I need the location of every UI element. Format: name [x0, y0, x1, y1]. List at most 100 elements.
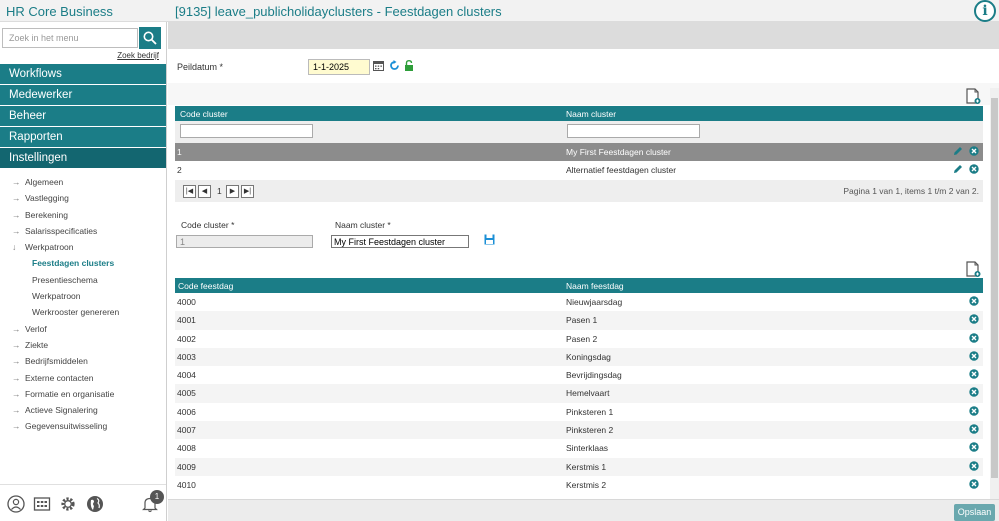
peildatum-input[interactable]: [308, 59, 370, 75]
delete-icon[interactable]: [969, 387, 979, 398]
table-row[interactable]: 4006 Pinksteren 1: [175, 403, 983, 421]
sub-item-feestdagen-clusters[interactable]: Feestdagen clusters: [0, 255, 166, 271]
delete-icon[interactable]: [969, 146, 979, 156]
table-row[interactable]: 4009 Kerstmis 1: [175, 457, 983, 476]
cell-name: Bevrijdingsdag: [566, 370, 622, 381]
sub-item-gegevensuitwisseling[interactable]: → Gegevensuitwisseling: [0, 418, 166, 434]
column-header-code[interactable]: Code cluster: [180, 109, 228, 119]
save-button[interactable]: Opslaan: [954, 504, 995, 521]
delete-icon[interactable]: [969, 314, 979, 324]
save-icon[interactable]: [484, 234, 495, 245]
row-actions: [953, 146, 979, 158]
scrollbar-thumb[interactable]: [991, 98, 998, 478]
cell-code: 4001: [177, 315, 196, 326]
nav-item-rapporten[interactable]: Rapporten: [0, 127, 166, 148]
sub-item-bedrijfsmiddelen[interactable]: → Bedrijfsmiddelen: [0, 353, 166, 369]
sub-item-presentieschema[interactable]: Presentieschema: [0, 272, 166, 288]
delete-icon[interactable]: [969, 479, 979, 489]
edit-pencil-icon[interactable]: [953, 146, 963, 156]
delete-icon[interactable]: [969, 332, 979, 343]
sub-item-salarisspecificaties[interactable]: → Salarisspecificaties: [0, 223, 166, 239]
naam-cluster-field[interactable]: [331, 235, 469, 248]
last-page-button[interactable]: ▶|: [241, 184, 254, 198]
table-row[interactable]: 4002 Pasen 2: [175, 330, 983, 348]
table-row[interactable]: 2 Alternatief feestdagen cluster: [175, 161, 983, 179]
sub-item-ziekte[interactable]: → Ziekte: [0, 337, 166, 353]
column-header-name[interactable]: Naam cluster: [566, 109, 616, 119]
cell-name: Nieuwjaarsdag: [566, 297, 623, 307]
delete-icon[interactable]: [969, 296, 979, 306]
arrow-right-icon: →: [12, 193, 21, 204]
sub-item-actieve-signalering[interactable]: → Actieve Signalering: [0, 402, 166, 418]
sub-item-algemeen[interactable]: → Algemeen: [0, 174, 166, 190]
filter-name-input[interactable]: [567, 124, 700, 138]
table-row[interactable]: 4007 Pinksteren 2: [175, 421, 983, 440]
delete-icon[interactable]: [969, 351, 979, 361]
footer-bar: Opslaan: [168, 499, 999, 521]
arrow-right-icon: →: [12, 356, 21, 367]
sub-item-berekening[interactable]: → Berekening: [0, 207, 166, 223]
holidays-table-header: Code feestdag Naam feestdag: [175, 278, 983, 293]
calendar-icon[interactable]: [373, 60, 384, 71]
delete-icon[interactable]: [969, 424, 979, 434]
delete-icon[interactable]: [969, 369, 979, 379]
nav-item-workflows[interactable]: Workflows: [0, 64, 166, 85]
user-icon[interactable]: [7, 495, 25, 513]
delete-icon[interactable]: [969, 442, 979, 453]
delete-icon[interactable]: [969, 164, 979, 174]
table-row[interactable]: 1 My First Feestdagen cluster: [175, 143, 983, 162]
next-page-button[interactable]: ▶: [226, 184, 239, 198]
column-header-code[interactable]: Code feestdag: [178, 281, 233, 291]
row-actions: [953, 164, 979, 176]
sub-item-werkpatroon-group[interactable]: ↓ Werkpatroon: [0, 239, 166, 255]
arrow-right-icon: →: [12, 421, 21, 432]
nav-item-medewerker[interactable]: Medewerker: [0, 85, 166, 106]
sub-item-verlof[interactable]: → Verlof: [0, 321, 166, 337]
content-scrollbar[interactable]: [990, 88, 999, 499]
nav-item-beheer[interactable]: Beheer: [0, 106, 166, 127]
new-holiday-icon[interactable]: [965, 261, 981, 277]
table-row[interactable]: 4000 Nieuwjaarsdag: [175, 293, 983, 311]
filter-code-input[interactable]: [180, 124, 313, 138]
arrow-right-icon: →: [12, 388, 21, 399]
cell-name: Alternatief feestdagen cluster: [566, 165, 677, 176]
prev-page-button[interactable]: ◀: [198, 184, 211, 198]
new-record-icon[interactable]: [965, 88, 981, 104]
delete-icon[interactable]: [969, 406, 979, 416]
menu-search-input[interactable]: [2, 28, 138, 48]
cell-code: 4009: [177, 461, 196, 472]
sub-item-formatie[interactable]: → Formatie en organisatie: [0, 386, 166, 402]
refresh-icon[interactable]: [389, 60, 400, 71]
cell-name: Pasen 2: [566, 333, 598, 344]
info-icon[interactable]: i: [974, 0, 996, 22]
column-header-name[interactable]: Naam feestdag: [566, 281, 624, 291]
lock-icon[interactable]: [404, 59, 414, 71]
nav-item-instellingen[interactable]: Instellingen: [0, 148, 166, 169]
search-button[interactable]: [139, 27, 161, 49]
section-divider: [168, 83, 999, 105]
sub-item-externe-contacten[interactable]: → Externe contacten: [0, 370, 166, 386]
table-row[interactable]: 4003 Koningsdag: [175, 347, 983, 367]
cell-code: 4008: [177, 443, 196, 454]
notification-badge: 1: [150, 490, 164, 504]
clusters-table: Code cluster Naam cluster 1 My First Fee…: [175, 106, 983, 202]
delete-icon[interactable]: [969, 460, 979, 471]
main-content: Peildatum * Code cluster Naam cluster 1 …: [168, 22, 999, 521]
table-row[interactable]: 4010 Kerstmis 2: [175, 476, 983, 494]
edit-pencil-icon[interactable]: [953, 164, 963, 174]
table-row[interactable]: 4005 Hemelvaart: [175, 384, 983, 403]
sub-item-werkpatroon[interactable]: Werkpatroon: [0, 288, 166, 304]
gear-icon[interactable]: [59, 495, 77, 513]
cell-code: 4003: [177, 351, 196, 362]
first-page-button[interactable]: |◀: [183, 184, 196, 198]
search-icon: [143, 31, 157, 45]
table-row[interactable]: 4001 Pasen 1: [175, 311, 983, 330]
arrow-right-icon: →: [12, 323, 21, 334]
table-row[interactable]: 4008 Sinterklaas: [175, 439, 983, 457]
sub-item-werkrooster-genereren[interactable]: Werkrooster genereren: [0, 304, 166, 320]
table-row[interactable]: 4004 Bevrijdingsdag: [175, 366, 983, 384]
sub-item-vastlegging[interactable]: → Vastlegging: [0, 190, 166, 206]
search-company-link[interactable]: Zoek bedrijf: [117, 51, 159, 60]
globe-icon[interactable]: [86, 495, 104, 513]
calculator-icon[interactable]: [33, 495, 51, 513]
